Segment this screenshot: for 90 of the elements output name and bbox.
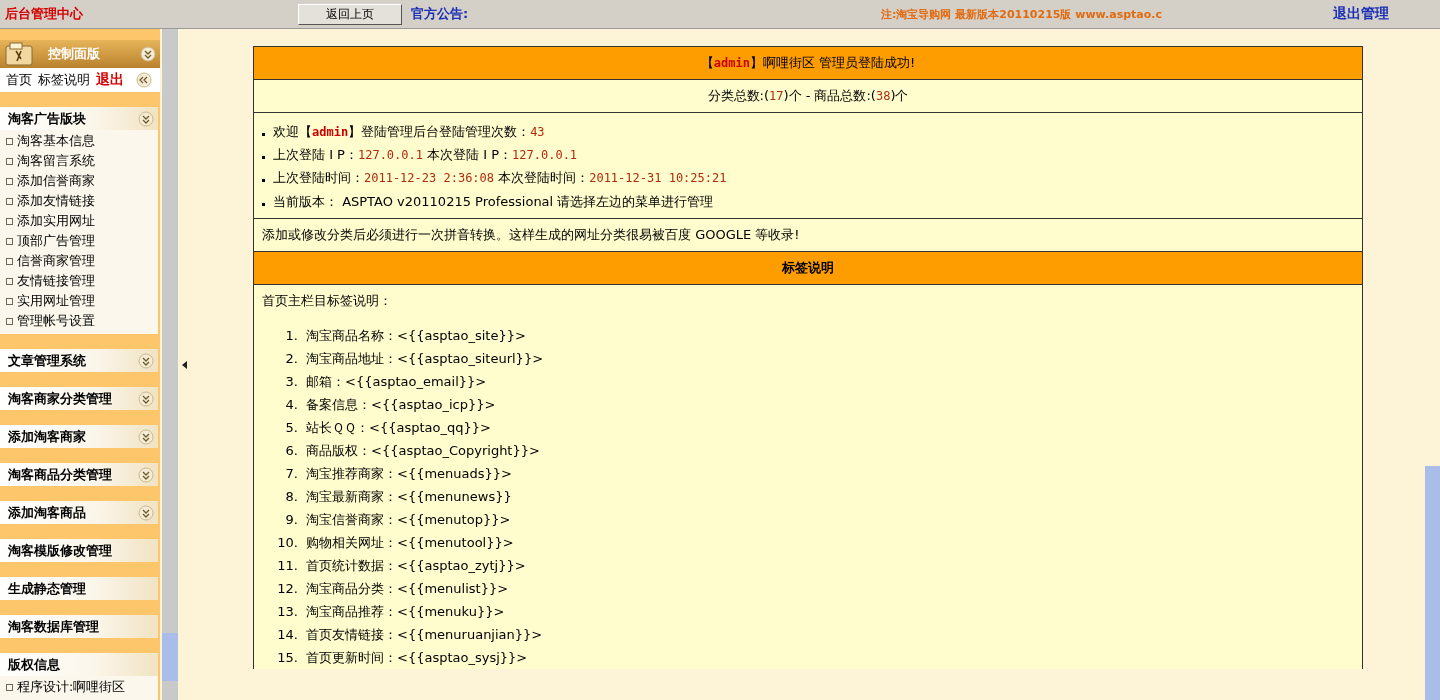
info-line: 上次登陆 I P：127.0.0.1 本次登陆 I P：127.0.0.1 xyxy=(262,143,1354,167)
list-number: 13. xyxy=(276,604,299,620)
sidebar-link[interactable]: 首页 xyxy=(6,71,32,89)
panel-title: 控制面版 xyxy=(47,45,101,63)
arrow-left-icon[interactable] xyxy=(182,360,188,369)
section-title: 生成静态管理 xyxy=(8,579,87,598)
section-title: 淘客数据库管理 xyxy=(8,617,100,636)
info-line: 欢迎【admin】登陆管理后台登陆管理次数：43 xyxy=(262,120,1354,144)
sidebar-link[interactable]: 退出 xyxy=(96,71,124,89)
chevron-down-icon[interactable] xyxy=(138,428,154,445)
section-header[interactable]: 文章管理系统 xyxy=(0,349,158,372)
sidebar-link[interactable]: 标签说明 xyxy=(38,71,90,89)
list-number: 2. xyxy=(284,351,299,367)
section-title: 淘客商品分类管理 xyxy=(8,465,113,484)
section-title: 添加淘客商家 xyxy=(8,427,87,446)
menu-item[interactable]: 信誉商家管理 xyxy=(6,251,158,271)
welcome-header: 【admin】啊哩街区 管理员登陆成功! xyxy=(254,47,1362,80)
tag-description: 站长ＱＱ：<{{asptao_qq}}> xyxy=(306,418,491,437)
section-header[interactable]: 生成静态管理 xyxy=(0,577,158,600)
section-header[interactable]: 淘客数据库管理 xyxy=(0,615,158,638)
chevron-down-icon[interactable] xyxy=(140,46,156,62)
menu-item[interactable]: 添加友情链接 xyxy=(6,191,158,211)
info-line: 上次登陆时间：2011-12-23 2:36:08 本次登陆时间：2011-12-31 10:25:21 xyxy=(262,166,1354,190)
section-header[interactable]: 淘客商品分类管理 xyxy=(0,463,158,486)
list-number: 7. xyxy=(284,466,299,482)
list-number: 8. xyxy=(284,489,299,505)
list-number: 14. xyxy=(276,627,299,643)
tags-intro: 首页主栏目标签说明： xyxy=(262,292,393,311)
section-title: 淘客商家分类管理 xyxy=(8,389,113,408)
section-title: 添加淘客商品 xyxy=(8,503,87,522)
section-title: 淘客广告版块 xyxy=(8,109,87,128)
chevron-down-icon[interactable] xyxy=(138,466,154,483)
menu-item[interactable]: 淘客留言系统 xyxy=(6,151,158,171)
stats-text: 分类总数:(17)个 - 商品总数:(38)个 xyxy=(254,80,1362,113)
list-number: 15. xyxy=(276,650,299,666)
tag-description: 购物相关网址：<{{menutool}}> xyxy=(306,533,514,552)
logout-link[interactable]: 退出管理 xyxy=(1333,5,1389,23)
tag-description: 邮箱：<{{asptao_email}}> xyxy=(306,372,487,391)
menu-item[interactable]: 顶部广告管理 xyxy=(6,231,158,251)
tag-description: 淘宝商品推荐：<{{menuku}}> xyxy=(306,602,505,621)
tag-description: 首页更新时间：<{{asptao_sysj}}> xyxy=(306,648,528,667)
section-header[interactable]: 淘客广告版块 xyxy=(0,107,158,130)
section-title: 淘客模版修改管理 xyxy=(8,541,113,560)
menu-item[interactable]: 添加信誉商家 xyxy=(6,171,158,191)
info-line: 当前版本： ASPTAO v20110215 Professional 请选择左边的菜单进行管理 xyxy=(262,189,1354,214)
section-heading: 标签说明 xyxy=(254,252,1362,286)
menu-item[interactable]: 实用网址管理 xyxy=(6,291,158,311)
tag-description: 淘宝商品分类：<{{menulist}}> xyxy=(306,579,509,598)
menu-item[interactable]: 管理帐号设置 xyxy=(6,311,158,331)
list-number: 11. xyxy=(276,558,299,574)
list-number: 1. xyxy=(284,328,299,344)
menu-item[interactable]: 淘客基本信息 xyxy=(6,131,158,151)
tag-description: 淘宝商品地址：<{{asptao_siteurl}}> xyxy=(306,349,544,368)
section-title: 版权信息 xyxy=(8,655,61,674)
section-header[interactable]: 淘客模版修改管理 xyxy=(0,539,158,562)
tag-description: 淘宝最新商家：<{{menunews}} xyxy=(306,487,512,506)
chevron-down-icon[interactable] xyxy=(138,504,154,521)
back-button[interactable]: 返回上页 xyxy=(298,3,402,25)
tag-description: 商品版权：<{{asptao_Copyright}}> xyxy=(306,441,540,460)
section-header[interactable]: 添加淘客商品 xyxy=(0,501,158,524)
tag-description: 淘宝商品名称：<{{asptao_site}}> xyxy=(306,326,526,345)
folder-icon xyxy=(2,41,36,67)
tag-description: 首页友情链接：<{{menuruanjian}}> xyxy=(306,625,543,644)
list-number: 12. xyxy=(276,581,299,597)
section-header[interactable]: 版权信息 xyxy=(0,653,158,676)
list-number: 3. xyxy=(284,374,299,390)
list-number: 4. xyxy=(284,397,299,413)
scroll-thumb[interactable] xyxy=(162,633,178,681)
list-number: 5. xyxy=(284,420,299,436)
menu-item[interactable]: 程序设计:啊哩街区 xyxy=(6,677,158,697)
scroll-thumb[interactable] xyxy=(1425,466,1440,700)
tag-description: 首页统计数据：<{{asptao_zytj}}> xyxy=(306,556,526,575)
tag-description: 备案信息：<{{asptao_icp}}> xyxy=(306,395,496,414)
tag-description: 淘宝信誉商家：<{{menutop}}> xyxy=(306,510,511,529)
collapse-left-icon[interactable] xyxy=(136,72,152,88)
section-header[interactable]: 添加淘客商家 xyxy=(0,425,158,448)
tag-description: 淘宝推荐商家：<{{menuads}}> xyxy=(306,464,512,483)
list-number: 6. xyxy=(284,443,299,459)
site-title: 后台管理中心 xyxy=(5,5,84,23)
chevron-down-icon[interactable] xyxy=(138,352,154,369)
section-title: 文章管理系统 xyxy=(8,351,87,370)
menu-item[interactable]: 添加实用网址 xyxy=(6,211,158,231)
chevron-down-icon[interactable] xyxy=(138,390,154,407)
list-number: 10. xyxy=(276,535,299,551)
section-header[interactable]: 淘客商家分类管理 xyxy=(0,387,158,410)
notice-label: 官方公告: xyxy=(411,5,470,23)
chevron-down-icon[interactable] xyxy=(138,110,154,127)
notice-text: 注:淘宝导购网 最新版本20110215版 www.asptao.c xyxy=(881,6,1164,22)
menu-item[interactable]: 友情链接管理 xyxy=(6,271,158,291)
list-number: 9. xyxy=(284,512,299,528)
